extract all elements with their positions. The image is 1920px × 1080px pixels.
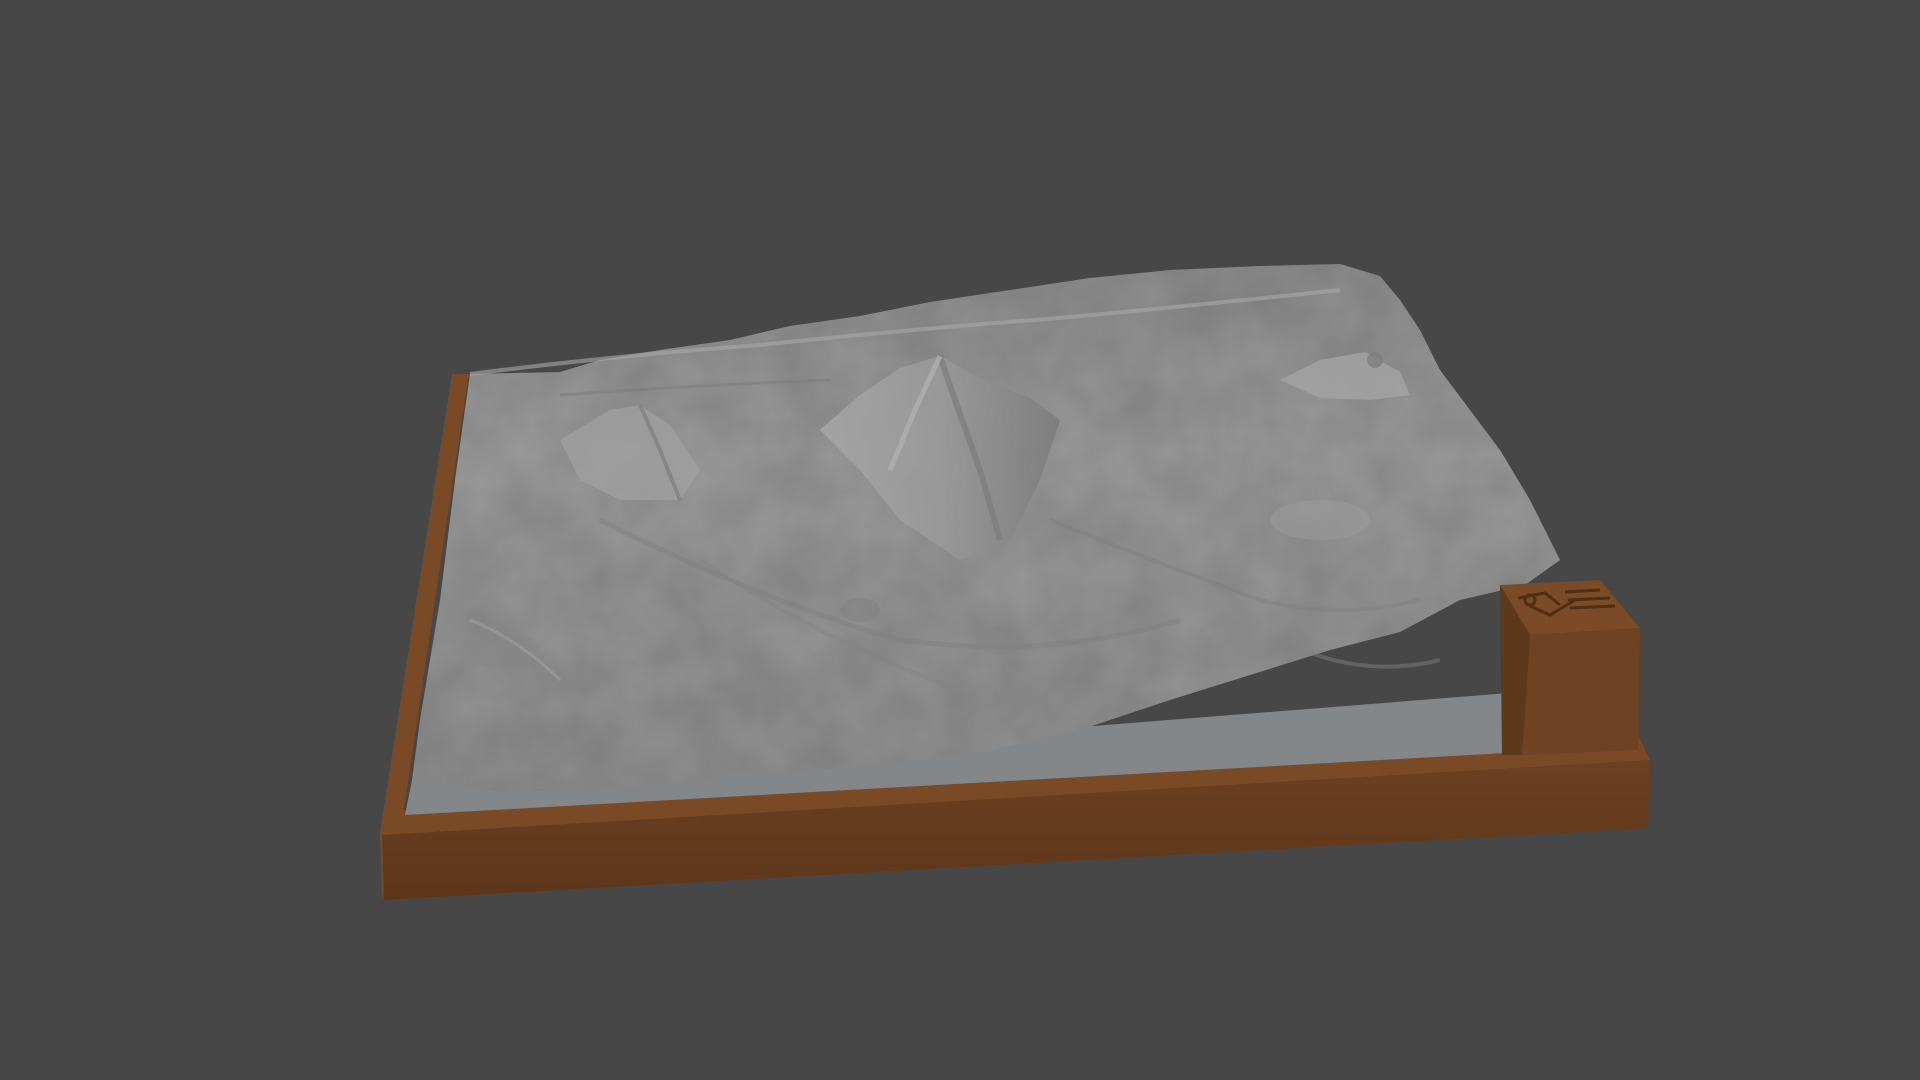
marker-block-front bbox=[1522, 628, 1640, 755]
3d-viewport[interactable]: 3D terrain relief model on a base with a… bbox=[0, 0, 1920, 1080]
marker-block bbox=[1500, 580, 1640, 755]
scene-canvas[interactable] bbox=[0, 0, 1920, 1080]
